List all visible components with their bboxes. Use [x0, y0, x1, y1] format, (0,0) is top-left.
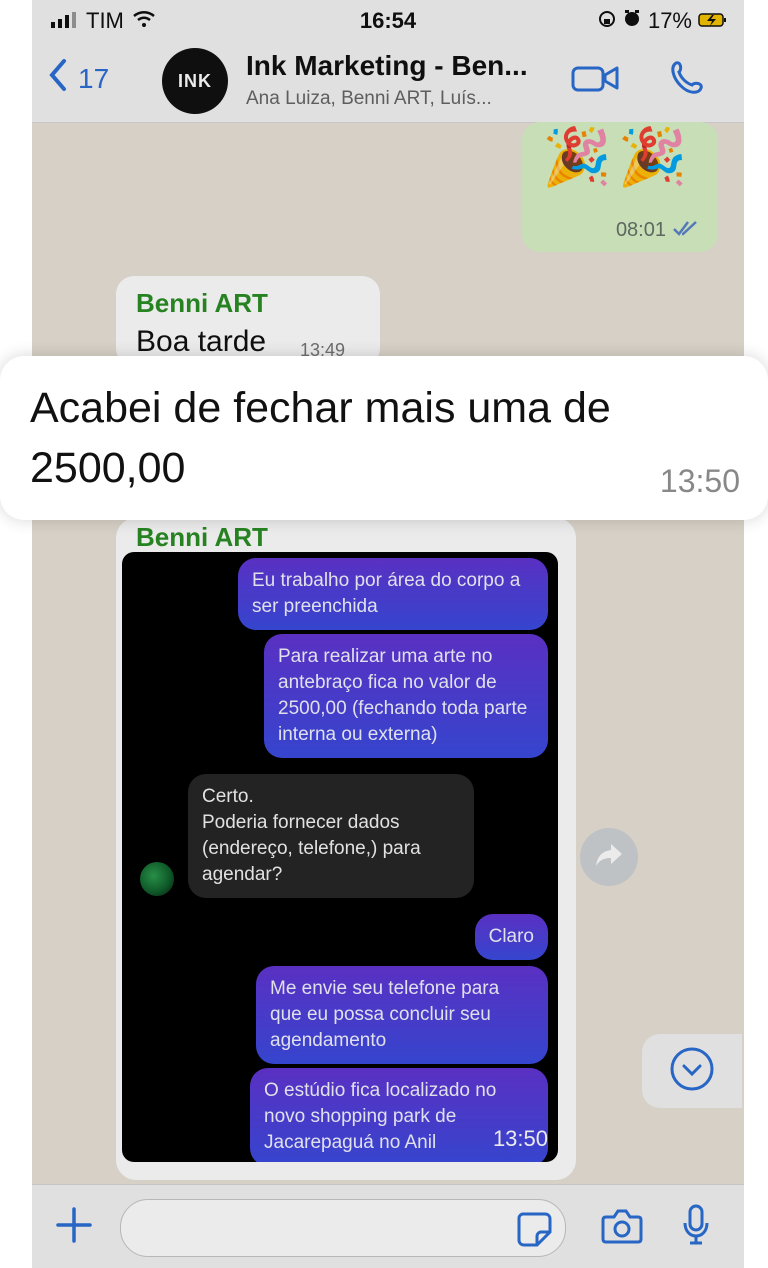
unread-count: 17 — [78, 62, 110, 94]
image-message[interactable]: Benni ART Eu trabalho por área do corpo … — [116, 518, 576, 1180]
screenshot-message: Eu trabalho por área do corpo a ser pree… — [238, 558, 548, 630]
back-button[interactable]: 17 — [44, 58, 109, 99]
highlighted-message-text: Acabei de fechar mais uma de 2500,00 — [30, 384, 611, 492]
video-call-icon — [571, 62, 621, 99]
chat-screen: TIM 16:54 17% 17 INK Ink Marketing - Ben… — [32, 0, 744, 1268]
screenshot-message: Para realizar uma arte no antebraço fica… — [264, 634, 548, 758]
camera-icon — [600, 1207, 644, 1250]
sticker-button[interactable] — [515, 1210, 553, 1248]
battery-icon — [698, 8, 728, 34]
message-time: 13:50 — [659, 463, 740, 499]
microphone-icon — [680, 1203, 712, 1252]
microphone-button[interactable] — [672, 1201, 720, 1253]
video-call-button[interactable] — [570, 56, 622, 104]
outgoing-message[interactable]: 🎉🎉 08:01 — [522, 122, 718, 252]
double-check-icon — [672, 219, 698, 242]
forward-icon — [594, 842, 624, 873]
composer-bar — [32, 1184, 744, 1268]
incoming-message[interactable]: Benni ART Boa tarde 13:49 — [116, 276, 380, 366]
chat-title[interactable]: Ink Marketing - Ben... — [246, 50, 566, 82]
message-sender: Benni ART — [136, 288, 268, 318]
sticker-icon — [515, 1212, 553, 1252]
screenshot-message: Claro — [474, 914, 548, 960]
lock-icon — [598, 8, 616, 34]
party-popper-icon: 🎉🎉 — [542, 125, 694, 188]
message-input[interactable] — [120, 1199, 566, 1257]
camera-button[interactable] — [598, 1205, 646, 1251]
battery-percent: 17% — [647, 8, 692, 33]
attach-button[interactable] — [48, 1201, 100, 1253]
phone-call-button[interactable] — [660, 56, 712, 104]
chevron-down-icon — [669, 1046, 715, 1097]
plus-icon — [54, 1205, 94, 1250]
alarm-icon — [622, 8, 642, 34]
chat-body: 🎉🎉 08:01 Benni ART Boa tarde 13:49 Benni… — [32, 122, 744, 1184]
forward-button[interactable] — [580, 828, 638, 886]
chat-header: 17 INK Ink Marketing - Ben... Ana Luiza,… — [32, 40, 744, 123]
highlighted-message[interactable]: Acabei de fechar mais uma de 2500,00 13:… — [0, 356, 768, 520]
shared-screenshot[interactable]: Eu trabalho por área do corpo a ser pree… — [122, 552, 558, 1162]
screenshot-message: Me envie seu telefone para que eu possa … — [256, 966, 548, 1064]
scroll-down-button[interactable] — [642, 1034, 742, 1108]
avatar — [140, 862, 174, 896]
chat-subtitle[interactable]: Ana Luiza, Benni ART, Luís... — [246, 88, 566, 110]
back-chevron-icon — [44, 58, 70, 99]
status-bar: TIM 16:54 17% — [32, 0, 744, 40]
message-time: 13:50 — [492, 1126, 548, 1151]
message-time: 08:01 — [615, 219, 666, 241]
screenshot-message: Certo. Poderia fornecer dados (endereço,… — [188, 774, 474, 898]
message-sender: Benni ART — [136, 522, 268, 552]
group-avatar[interactable]: INK — [162, 48, 228, 114]
phone-call-icon — [666, 58, 706, 103]
